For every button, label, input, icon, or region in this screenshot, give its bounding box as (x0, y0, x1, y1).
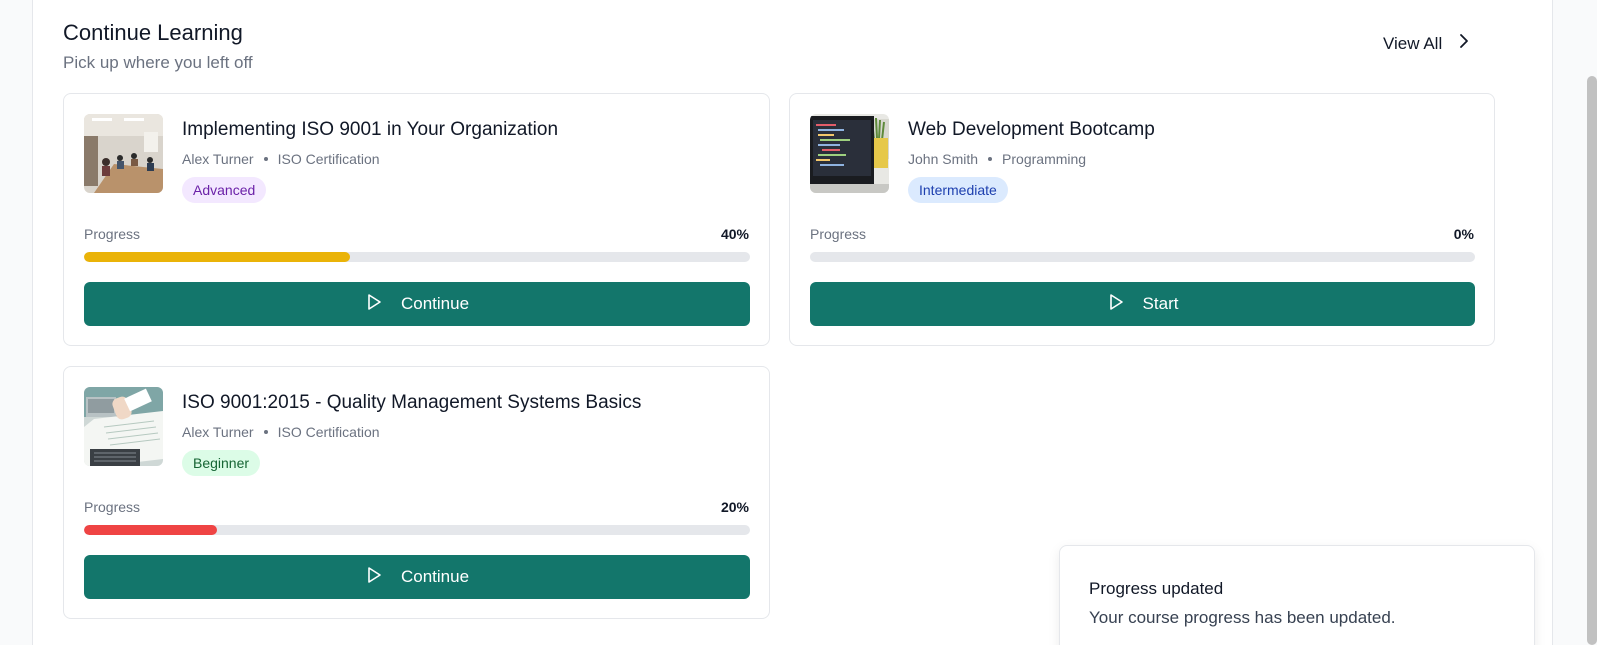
button-label: Start (1142, 294, 1179, 313)
course-instructor: Alex Turner (182, 424, 254, 440)
level-badge: Intermediate (908, 177, 1008, 203)
course-title[interactable]: Web Development Bootcamp (908, 119, 1155, 141)
level-badge: Advanced (182, 177, 267, 203)
course-instructor: Alex Turner (182, 151, 254, 167)
meeting-room-photo-icon (84, 114, 163, 193)
progress-bar (84, 525, 750, 535)
continue-button[interactable]: Continue (84, 555, 750, 599)
course-category: Programming (1002, 151, 1087, 167)
play-icon (1107, 293, 1125, 316)
course-meta: Alex Turner ISO Certification (182, 424, 380, 440)
toast-notification: Progress updated Your course progress ha… (1059, 545, 1535, 645)
course-category: ISO Certification (277, 424, 380, 440)
separator-dot (263, 157, 268, 161)
course-thumbnail (84, 387, 163, 466)
progress-label: Progress (84, 499, 141, 515)
progress-percent: 0% (1453, 226, 1474, 242)
section-subtitle: Pick up where you left off (63, 53, 253, 72)
course-instructor: John Smith (908, 151, 979, 167)
progress-percent: 40% (720, 226, 749, 242)
start-button[interactable]: Start (810, 282, 1475, 326)
continue-button[interactable]: Continue (84, 282, 750, 326)
view-all-link[interactable]: View All (1383, 33, 1472, 54)
view-all-label: View All (1383, 33, 1443, 53)
toast-description: Your course progress has been updated. (1089, 608, 1396, 627)
course-meta: John Smith Programming (908, 151, 1086, 167)
level-badge: Beginner (182, 450, 261, 476)
course-thumbnail (84, 114, 163, 193)
progress-label: Progress (810, 226, 867, 242)
vertical-scrollbar[interactable] (1587, 76, 1597, 645)
course-thumbnail (810, 114, 889, 193)
course-category: ISO Certification (277, 151, 380, 167)
separator-dot (263, 430, 268, 434)
play-icon (365, 293, 383, 316)
progress-fill (84, 252, 351, 262)
progress-label: Progress (84, 226, 141, 242)
separator-dot (988, 157, 993, 161)
course-title[interactable]: Implementing ISO 9001 in Your Organizati… (182, 119, 558, 141)
progress-bar (810, 252, 1475, 262)
laptop-code-photo-icon (810, 114, 889, 193)
button-label: Continue (400, 294, 470, 313)
button-label: Continue (400, 567, 470, 586)
course-meta: Alex Turner ISO Certification (182, 151, 380, 167)
progress-fill (84, 525, 218, 535)
course-card: Implementing ISO 9001 in Your Organizati… (63, 93, 770, 346)
progress-bar (84, 252, 750, 262)
documents-desk-photo-icon (84, 387, 163, 466)
course-card: ISO 9001:2015 - Quality Management Syste… (63, 366, 770, 619)
course-title[interactable]: ISO 9001:2015 - Quality Management Syste… (182, 392, 641, 414)
chevron-right-icon (1456, 33, 1472, 54)
section-title: Continue Learning (63, 20, 243, 45)
play-icon (365, 566, 383, 589)
progress-percent: 20% (720, 499, 749, 515)
course-card: Web Development Bootcamp John Smith Prog… (789, 93, 1495, 346)
toast-title: Progress updated (1089, 579, 1224, 598)
